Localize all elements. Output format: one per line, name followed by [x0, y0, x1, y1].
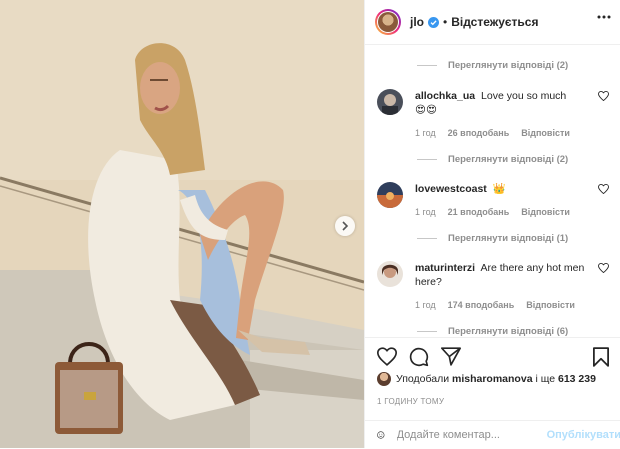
- likes-suffix: і ще: [535, 373, 556, 385]
- post-header: jlo • Відстежується: [365, 0, 620, 45]
- instagram-post: jlo • Відстежується Переглянути відповід…: [0, 0, 620, 448]
- liker-username[interactable]: misharomanova: [452, 373, 533, 385]
- comment-like-heart-icon[interactable]: [598, 184, 609, 194]
- comment-likes[interactable]: 174 вподобань: [448, 300, 515, 310]
- photo-illustration: [0, 0, 364, 448]
- liker-avatar[interactable]: [377, 372, 391, 386]
- publish-button[interactable]: Опублікувати: [547, 429, 620, 441]
- comment-item: allochka_ua Love you so much 😍😍 1 год 26…: [377, 89, 609, 149]
- post-side-panel: jlo • Відстежується Переглянути відповід…: [364, 0, 620, 448]
- reply-button[interactable]: Відповісти: [521, 207, 570, 217]
- view-replies-label: Переглянути відповіді (6): [448, 326, 569, 337]
- view-replies-label: Переглянути відповіді (2): [448, 154, 569, 165]
- share-icon[interactable]: [441, 347, 461, 366]
- post-photo[interactable]: [0, 0, 364, 448]
- comment-meta: 1 год 26 вподобань Відповісти: [415, 128, 570, 138]
- view-replies-button[interactable]: Переглянути відповіді (1): [417, 233, 568, 244]
- comment-emoji: 👑: [492, 183, 506, 195]
- bookmark-icon[interactable]: [593, 347, 609, 367]
- view-replies-button[interactable]: Переглянути відповіді (2): [417, 60, 568, 71]
- comment-input[interactable]: [394, 428, 541, 442]
- commenter-username[interactable]: maturinterzi: [415, 262, 475, 274]
- heart-icon[interactable]: [377, 347, 397, 366]
- follow-status-button[interactable]: Відстежується: [451, 15, 538, 29]
- comment-likes[interactable]: 21 вподобань: [448, 207, 510, 217]
- post-timestamp[interactable]: 1 ГОДИНУ ТОМУ: [377, 397, 444, 406]
- comments-list[interactable]: Переглянути відповіді (2) allochka_ua Lo…: [365, 45, 620, 337]
- view-replies-label: Переглянути відповіді (2): [448, 60, 569, 71]
- comment-text: Love you so much: [481, 90, 567, 102]
- comment-time: 1 год: [415, 300, 436, 310]
- smiley-icon[interactable]: [377, 426, 385, 444]
- commenter-avatar[interactable]: [377, 182, 403, 208]
- reply-button[interactable]: Відповісти: [526, 300, 575, 310]
- comment-meta: 1 год 174 вподобань Відповісти: [415, 300, 575, 310]
- likes-prefix: Уподобали: [396, 373, 450, 385]
- commenter-username[interactable]: lovewestcoast: [415, 183, 487, 195]
- comment-item: lovewestcoast 👑 1 год 21 вподобань Відпо…: [377, 182, 609, 232]
- comment-like-heart-icon[interactable]: [598, 263, 609, 273]
- comment-time: 1 год: [415, 207, 436, 217]
- add-comment-bar: Опублікувати: [365, 420, 620, 449]
- post-actions-bar: [365, 337, 620, 376]
- view-replies-label: Переглянути відповіді (1): [448, 233, 569, 244]
- verified-badge-icon: [428, 16, 439, 28]
- comment-meta: 1 год 21 вподобань Відповісти: [415, 207, 570, 217]
- author-avatar[interactable]: [375, 9, 401, 35]
- next-photo-button[interactable]: [335, 216, 355, 236]
- likes-count[interactable]: 613 239: [558, 373, 596, 385]
- comment-item: maturinterzi Are there any hot men here?…: [377, 261, 609, 321]
- header-separator: •: [443, 15, 448, 29]
- comment-time: 1 год: [415, 128, 436, 138]
- view-replies-button[interactable]: Переглянути відповіді (2): [417, 154, 568, 165]
- commenter-avatar[interactable]: [377, 261, 403, 287]
- commenter-username[interactable]: allochka_ua: [415, 90, 475, 102]
- reply-button[interactable]: Відповісти: [521, 128, 570, 138]
- view-replies-button[interactable]: Переглянути відповіді (6): [417, 326, 568, 337]
- comment-likes[interactable]: 26 вподобань: [448, 128, 510, 138]
- comment-emoji: 😍😍: [415, 104, 437, 116]
- commenter-avatar[interactable]: [377, 89, 403, 115]
- more-options-icon[interactable]: [597, 15, 611, 19]
- comment-like-heart-icon[interactable]: [598, 91, 609, 101]
- comment-icon[interactable]: [409, 347, 429, 367]
- chevron-right-icon: [342, 221, 349, 231]
- author-username[interactable]: jlo: [410, 15, 424, 29]
- likes-summary: Уподобали misharomanova і ще 613 239: [377, 372, 596, 386]
